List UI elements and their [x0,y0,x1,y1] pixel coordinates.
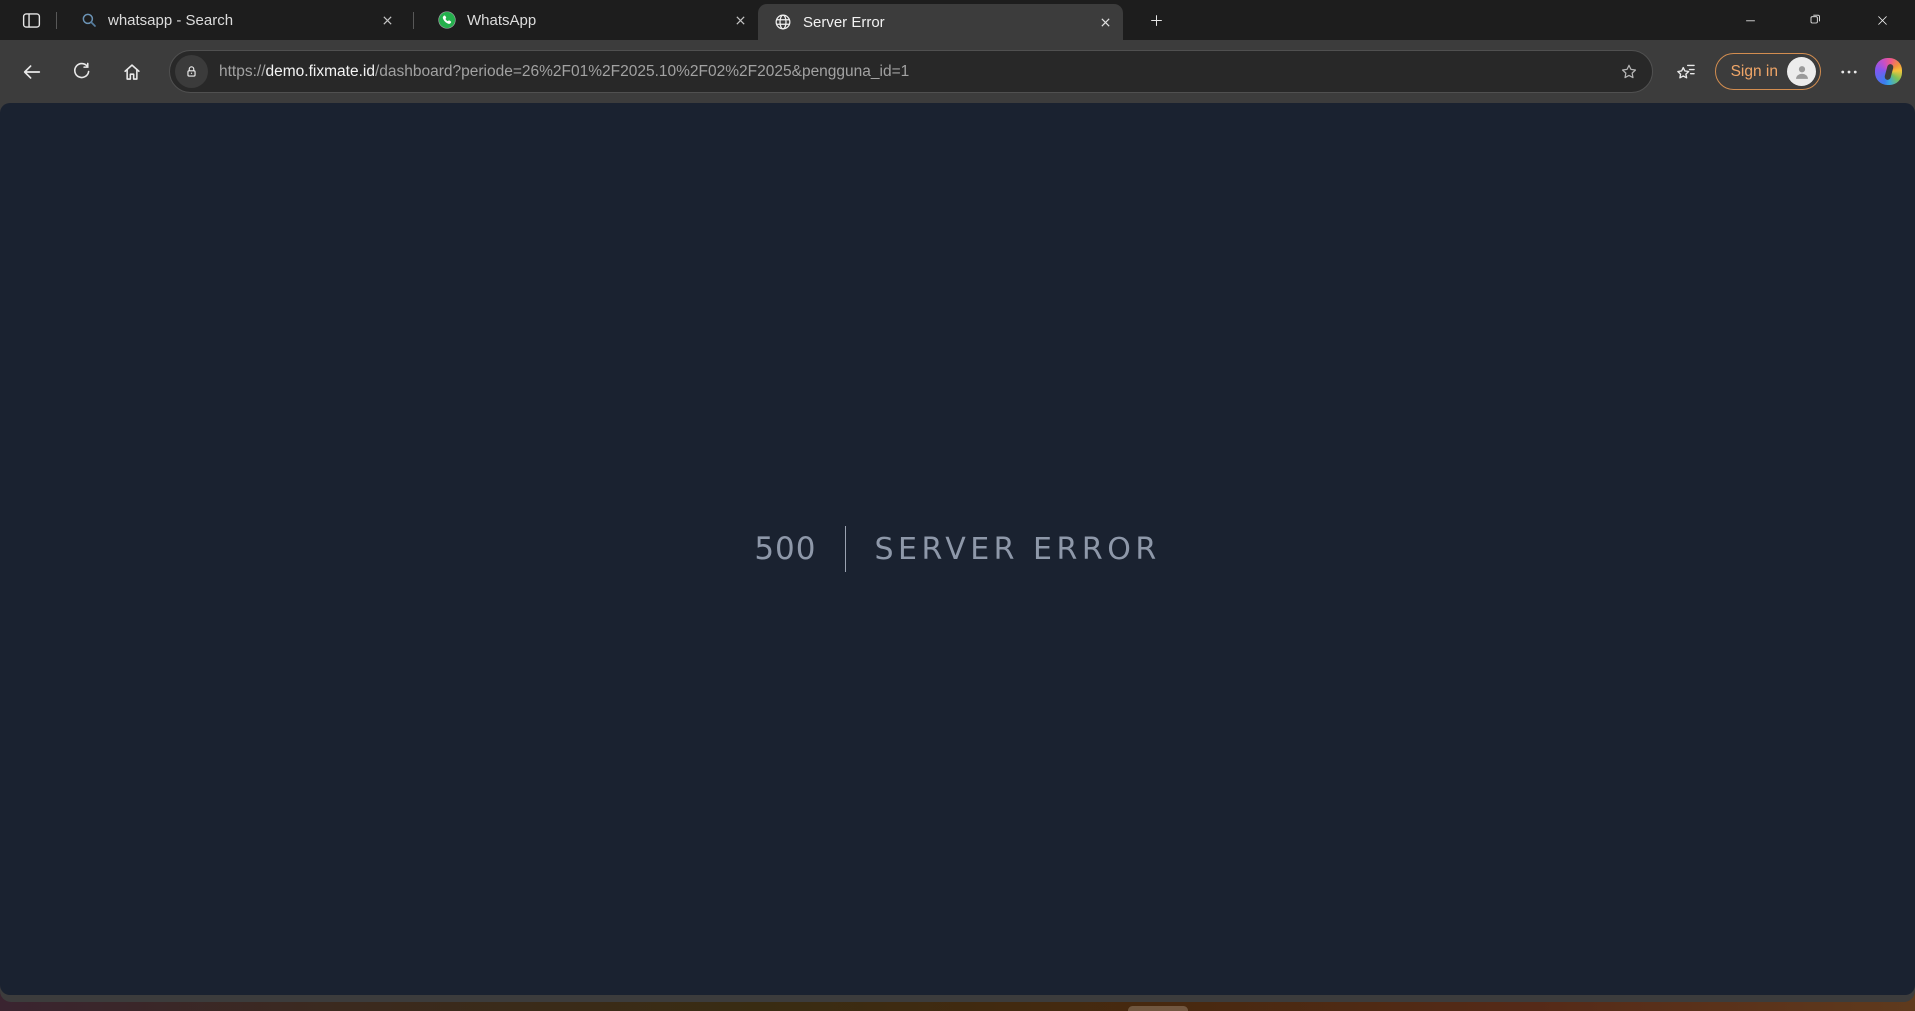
tab-whatsapp[interactable]: WhatsApp [422,0,758,40]
tab-separator [56,12,57,29]
minimize-icon [1743,13,1758,28]
refresh-button[interactable] [63,53,101,91]
star-icon [1619,62,1639,82]
search-icon [80,11,98,29]
globe-icon [773,12,793,32]
whatsapp-icon [437,10,457,30]
new-tab-icon [1148,12,1165,29]
url-domain: demo.fixmate.id [266,63,375,80]
address-bar[interactable]: https://demo.fixmate.id/dashboard?period… [169,50,1653,93]
favorites-icon [1675,61,1697,83]
favorites-button[interactable] [1667,53,1705,91]
close-icon [735,15,746,26]
more-options-icon [1839,62,1859,82]
sign-in-button[interactable]: Sign in [1715,53,1821,90]
toolbar: https://demo.fixmate.id/dashboard?period… [0,40,1915,103]
titlebar: whatsapp - Search WhatsApp [0,0,1915,40]
url-path: /dashboard?periode=26%2F01%2F2025.10%2F0… [375,63,909,80]
back-icon [21,61,43,83]
browser-window: whatsapp - Search WhatsApp [0,0,1915,1002]
close-icon [1875,13,1890,28]
web-page-content: 500 SERVER ERROR [0,103,1915,995]
desktop-screen: whatsapp - Search WhatsApp [0,0,1915,1011]
new-tab-button[interactable] [1139,3,1173,37]
minimize-button[interactable] [1717,0,1783,40]
refresh-icon [72,61,93,82]
close-icon [1100,17,1111,28]
settings-and-more-button[interactable] [1831,54,1867,90]
copilot-button[interactable] [1875,58,1902,85]
tab-title: WhatsApp [467,12,718,29]
lock-icon [183,63,200,80]
tab-close-button[interactable] [1093,10,1117,34]
restore-button[interactable] [1783,0,1849,40]
tab-whatsapp-search[interactable]: whatsapp - Search [65,0,405,40]
restore-icon [1808,12,1824,28]
back-button[interactable] [13,53,51,91]
url-scheme: https:// [219,63,266,80]
close-icon [382,15,393,26]
tab-title: Server Error [803,14,1083,31]
home-icon [121,61,143,83]
tab-close-button[interactable] [728,8,752,32]
vertical-tabs-button[interactable] [14,0,48,40]
tab-server-error[interactable]: Server Error [758,4,1123,40]
error-code: 500 [754,531,844,567]
user-avatar [1787,57,1816,86]
url-text: https://demo.fixmate.id/dashboard?period… [219,63,1619,81]
add-favorite-button[interactable] [1619,62,1639,82]
user-avatar-icon [1791,61,1813,83]
sign-in-label: Sign in [1731,63,1778,81]
error-message: SERVER ERROR [846,532,1161,567]
vertical-tabs-icon [21,10,42,31]
server-error-message: 500 SERVER ERROR [754,526,1160,572]
home-button[interactable] [113,53,151,91]
tab-close-button[interactable] [375,8,399,32]
tab-title: whatsapp - Search [108,12,365,29]
close-window-button[interactable] [1849,0,1915,40]
taskbar-peek-handle [1128,1006,1188,1011]
tab-separator [413,12,414,29]
titlebar-drag-region [1173,0,1717,40]
site-info-button[interactable] [175,55,208,88]
